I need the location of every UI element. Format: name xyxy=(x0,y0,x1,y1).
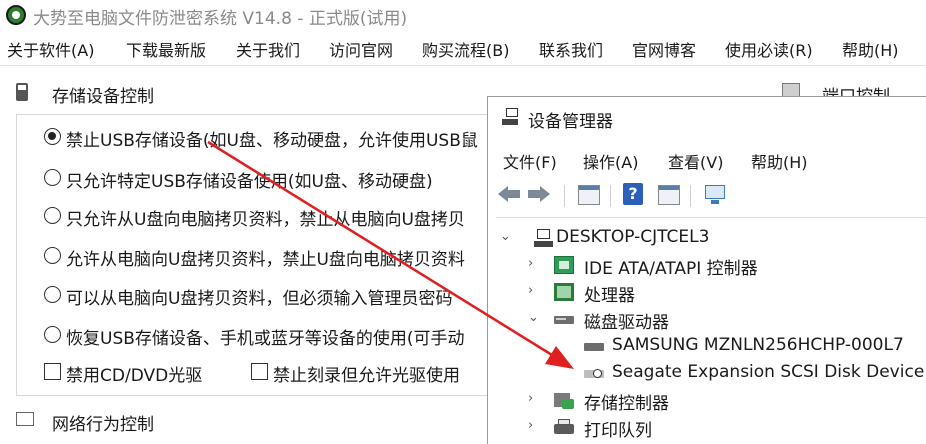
tree-root-label: DESKTOP-CJTCEL3 xyxy=(556,227,710,247)
disabled-disk-icon xyxy=(584,364,604,382)
menu-help[interactable]: 帮助(H) xyxy=(842,37,899,61)
monitor-scan-icon[interactable] xyxy=(703,185,727,205)
option-label: 恢复USB存储设备、手机或蓝牙等设备的使用(可手动 xyxy=(66,329,465,349)
tree-node-label: 处理器 xyxy=(584,286,635,306)
menu-about-us[interactable]: 关于我们 xyxy=(236,37,300,61)
option-label: 可以从电脑向U盘拷贝资料，但必须输入管理员密码 xyxy=(66,289,453,309)
device-manager-title: 设备管理器 xyxy=(528,112,613,132)
tree-node-label: SAMSUNG MZNLN256HCHP-000L7 xyxy=(612,335,904,355)
tree-node-label: IDE ATA/ATAPI 控制器 xyxy=(584,259,758,279)
checkbox-box[interactable] xyxy=(44,363,61,380)
dm-menu-help[interactable]: 帮助(H) xyxy=(751,149,808,173)
chevron-right-icon[interactable]: › xyxy=(528,391,533,406)
toolbar-separator xyxy=(564,185,565,207)
menu-divider xyxy=(0,65,926,66)
radio-usb-to-pc-only[interactable] xyxy=(44,207,61,224)
dm-menu-file[interactable]: 文件(F) xyxy=(503,149,557,173)
storage-section-title: 存储设备控制 xyxy=(52,87,154,107)
device-manager-icon xyxy=(502,108,518,126)
disk-drive-icon xyxy=(554,310,574,328)
radio-password-copy[interactable] xyxy=(44,286,61,303)
tree-node-label: 磁盘驱动器 xyxy=(584,313,669,333)
menu-purchase[interactable]: 购买流程(B) xyxy=(422,37,509,61)
computer-icon xyxy=(534,229,554,247)
tree-node-label: 存储控制器 xyxy=(584,394,669,414)
network-icon xyxy=(16,412,34,426)
radio-pc-to-usb-only[interactable] xyxy=(44,247,61,264)
option-label: 只允许特定USB存储设备使用(如U盘、移动硬盘) xyxy=(66,172,433,192)
help-icon[interactable]: ? xyxy=(623,183,643,205)
printer-icon xyxy=(554,418,574,436)
radio-block-usb[interactable] xyxy=(44,128,61,145)
menu-blog[interactable]: 官网博客 xyxy=(632,37,696,61)
chevron-right-icon[interactable]: › xyxy=(528,256,533,271)
ssd-icon xyxy=(584,337,604,355)
update-driver-icon[interactable] xyxy=(658,185,680,205)
radio-specific-usb[interactable] xyxy=(44,169,61,186)
window-title: 大势至电脑文件防泄密系统 V14.8 - 正式版(试用) xyxy=(33,9,408,29)
checkbox-box[interactable] xyxy=(251,363,268,380)
chevron-down-icon[interactable]: ⌄ xyxy=(528,310,539,325)
chevron-right-icon[interactable]: › xyxy=(528,418,533,433)
chevron-right-icon[interactable]: › xyxy=(528,283,533,298)
usb-drive-icon xyxy=(16,83,28,101)
toolbar-separator xyxy=(690,185,691,207)
processor-icon xyxy=(554,283,574,301)
tree-node-label: Seagate Expansion SCSI Disk Device xyxy=(612,362,925,382)
storage-controller-icon xyxy=(554,391,574,409)
menu-contact[interactable]: 联系我们 xyxy=(539,37,603,61)
checkbox-label: 禁止刻录但允许光驱使用 xyxy=(273,366,460,386)
ide-controller-icon xyxy=(554,256,574,274)
option-label: 禁止USB存储设备(如U盘、移动硬盘，允许使用USB鼠 xyxy=(66,131,478,151)
dm-menu-action[interactable]: 操作(A) xyxy=(583,149,638,173)
option-label: 只允许从U盘向电脑拷贝资料，禁止从电脑向U盘拷贝 xyxy=(66,210,465,230)
properties-icon[interactable] xyxy=(578,185,600,205)
radio-restore-usb[interactable] xyxy=(44,326,61,343)
back-arrow-icon[interactable] xyxy=(498,185,520,203)
tree-node-label: 打印队列 xyxy=(584,421,652,441)
toolbar-separator xyxy=(610,185,611,207)
device-manager-window: 设备管理器 文件(F) 操作(A) 查看(V) 帮助(H) ? ⌄ DESKTO… xyxy=(487,96,926,444)
checkbox-label: 禁用CD/DVD光驱 xyxy=(66,366,203,386)
menu-about-software[interactable]: 关于软件(A) xyxy=(7,37,94,61)
app-logo-icon xyxy=(6,5,26,25)
network-section-title: 网络行为控制 xyxy=(52,415,154,435)
main-menu-bar: 关于软件(A) 下载最新版 关于我们 访问官网 购买流程(B) 联系我们 官网博… xyxy=(0,34,926,62)
option-label: 允许从电脑向U盘拷贝资料，禁止U盘向电脑拷贝资料 xyxy=(66,250,465,270)
menu-website[interactable]: 访问官网 xyxy=(329,37,393,61)
chevron-down-icon[interactable]: ⌄ xyxy=(500,229,511,244)
menu-must-read[interactable]: 使用必读(R) xyxy=(725,37,813,61)
toolbar-divider xyxy=(496,217,926,218)
menu-download[interactable]: 下载最新版 xyxy=(126,37,206,61)
dm-menu-view[interactable]: 查看(V) xyxy=(668,149,723,173)
forward-arrow-icon[interactable] xyxy=(528,185,550,203)
